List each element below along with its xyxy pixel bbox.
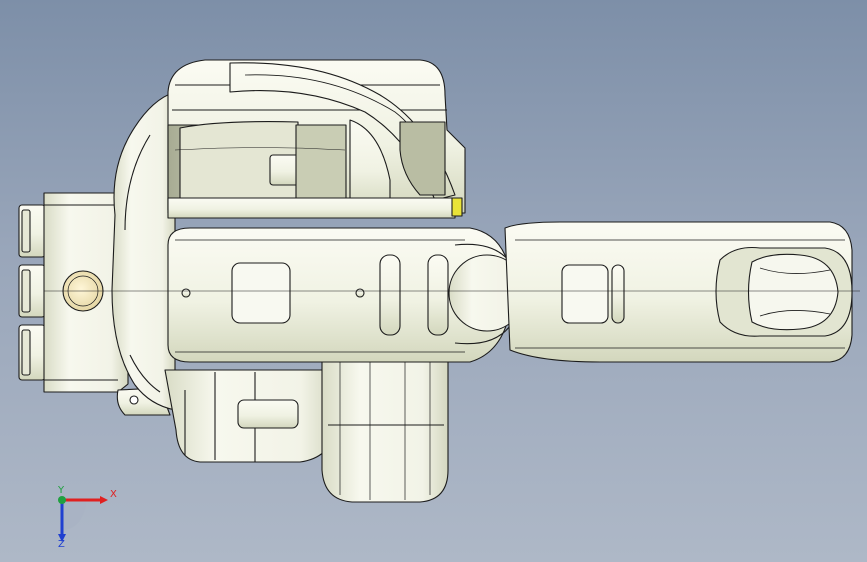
coordinate-triad: X Y Z	[57, 485, 117, 548]
x-axis-label: X	[110, 489, 117, 500]
y-axis-icon	[58, 496, 66, 504]
y-axis-label: Y	[57, 485, 65, 496]
connector-plugs	[18, 204, 46, 381]
cad-viewport[interactable]: X Y Z	[0, 0, 867, 562]
z-axis-label: Z	[58, 539, 65, 548]
triad-plane-icon	[62, 500, 86, 530]
robot-arm-model[interactable]	[0, 0, 867, 562]
